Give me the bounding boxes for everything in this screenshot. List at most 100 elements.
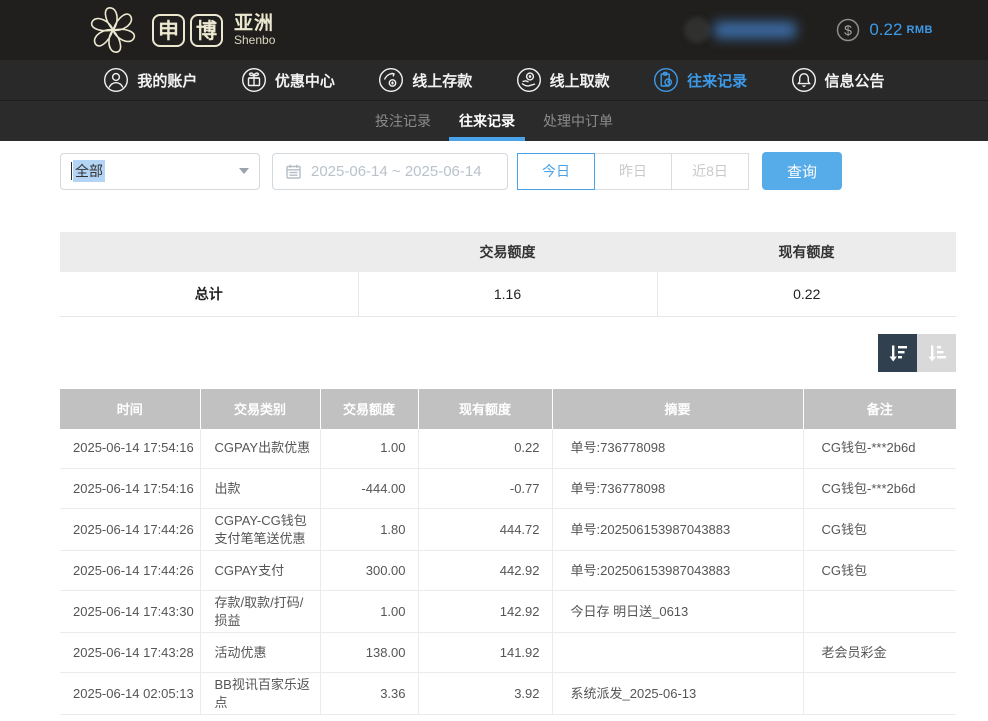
nav-item-my-account[interactable]: 我的账户: [103, 67, 197, 93]
table-row: 2025-06-14 17:54:16 CGPAY出款优惠 1.00 0.22 …: [60, 429, 956, 469]
quick-button-label: 昨日: [619, 161, 647, 181]
table-row: 2025-06-14 02:05:13 BB视讯百家乐返点 3.36 3.92 …: [60, 673, 956, 715]
cell-note: CG钱包: [803, 509, 956, 551]
balance-amount: 0.22: [869, 20, 902, 40]
summary-total-balance: 0.22: [657, 272, 956, 316]
cell-note: CG钱包-***2b6d: [803, 469, 956, 509]
text-cursor: [71, 162, 72, 180]
cell-summary: 系统派发_2025-06-13: [552, 673, 803, 715]
sort-controls: [60, 334, 956, 372]
col-header-note: 备注: [803, 389, 956, 429]
cell-balance: -0.77: [418, 469, 552, 509]
cell-summary: 单号:202506153987043883: [552, 551, 803, 591]
nav-item-announcements[interactable]: 信息公告: [791, 67, 885, 93]
username-redacted[interactable]: [714, 22, 796, 38]
avatar[interactable]: [684, 17, 710, 43]
search-button[interactable]: 查询: [762, 152, 842, 190]
nav-item-label: 线上存款: [412, 70, 472, 91]
cell-amount: 1.00: [320, 429, 418, 469]
nav-item-label: 我的账户: [137, 70, 197, 91]
balance-currency: RMB: [906, 24, 933, 36]
cell-summary: 单号:202506153987043883: [552, 509, 803, 551]
cell-type: BB视讯百家乐返点: [200, 673, 320, 715]
cell-amount: 300.00: [320, 551, 418, 591]
brand-name-boxes: 申 博: [152, 14, 223, 47]
tab-label: 投注记录: [375, 111, 431, 131]
cell-summary: 单号:736778098: [552, 429, 803, 469]
nav-item-withdraw[interactable]: 线上取款: [516, 67, 610, 93]
sort-descending-button[interactable]: [878, 334, 917, 372]
category-select-value: 全部: [73, 160, 105, 182]
currency-symbol: $: [844, 22, 852, 38]
today-button[interactable]: 今日: [517, 153, 595, 190]
cell-note: CG钱包: [803, 551, 956, 591]
cell-note: CG钱包-***2b6d: [803, 429, 956, 469]
yesterday-button[interactable]: 昨日: [594, 153, 672, 190]
quick-button-label: 今日: [542, 161, 570, 181]
date-range-input[interactable]: 2025-06-14 ~ 2025-06-14: [272, 153, 508, 190]
user-area[interactable]: $ 0.22 RMB: [684, 17, 933, 43]
cell-time: 2025-06-14 02:05:13: [60, 673, 200, 715]
user-icon: [103, 67, 129, 93]
cell-balance: 142.92: [418, 591, 552, 633]
brand-region: 亚洲: [234, 14, 275, 34]
record-tabs: 投注记录 往来记录 处理中订单: [0, 101, 988, 141]
transactions-table: 时间 交易类别 交易额度 现有额度 摘要 备注 2025-06-14 17:54…: [60, 389, 956, 716]
col-header-time: 时间: [60, 389, 200, 429]
deposit-coin-hand-icon: [378, 67, 404, 93]
cell-amount: -444.00: [320, 469, 418, 509]
cell-amount: 3.36: [320, 673, 418, 715]
cell-time: 2025-06-14 17:44:26: [60, 551, 200, 591]
quick-button-label: 近8日: [692, 161, 728, 181]
tab-transaction-records[interactable]: 往来记录: [453, 101, 521, 141]
last-8-days-button[interactable]: 近8日: [671, 153, 749, 190]
cell-amount: 1.00: [320, 591, 418, 633]
cell-amount: 1.80: [320, 509, 418, 551]
balance-display: $ 0.22 RMB: [836, 18, 933, 42]
cell-balance: 3.92: [418, 673, 552, 715]
summary-total-label: 总计: [60, 272, 358, 316]
filter-bar: 全部 2025-06-14 ~ 2025-06-14 今日 昨日 近8日 查询: [60, 152, 988, 190]
cell-note: [803, 673, 956, 715]
brand-logo: 申 博 亚洲 Shenbo: [86, 3, 275, 57]
brand-subtitle: 亚洲 Shenbo: [234, 14, 275, 47]
col-header-balance: 现有额度: [418, 389, 552, 429]
cell-balance: 442.92: [418, 551, 552, 591]
nav-item-label: 优惠中心: [275, 70, 335, 91]
cell-amount: 138.00: [320, 633, 418, 673]
date-range-value: 2025-06-14 ~ 2025-06-14: [311, 163, 482, 180]
summary-header-balance: 现有额度: [657, 232, 956, 272]
cell-type: 存款/取款/打码/损益: [200, 591, 320, 633]
cell-type: 出款: [200, 469, 320, 509]
cell-time: 2025-06-14 17:43:28: [60, 633, 200, 673]
records-clipboard-icon: [653, 67, 679, 93]
cell-time: 2025-06-14 17:44:26: [60, 509, 200, 551]
cell-type: CGPAY出款优惠: [200, 429, 320, 469]
summary-header-row: 交易额度 现有额度: [60, 232, 956, 272]
chevron-down-icon: [239, 168, 249, 174]
brand-char-1: 申: [152, 14, 185, 47]
cell-time: 2025-06-14 17:43:30: [60, 591, 200, 633]
nav-item-transaction-records[interactable]: 往来记录: [653, 67, 747, 93]
summary-table: 交易额度 现有额度 总计 1.16 0.22: [60, 232, 956, 317]
nav-item-promotions[interactable]: 优惠中心: [241, 67, 335, 93]
cell-note: [803, 591, 956, 633]
quick-date-buttons: 今日 昨日 近8日: [518, 153, 749, 190]
category-select[interactable]: 全部: [60, 153, 260, 190]
sort-descending-icon: [887, 342, 909, 364]
tab-pending-orders[interactable]: 处理中订单: [537, 101, 619, 141]
tab-label: 往来记录: [459, 111, 515, 131]
cell-type: 活动优惠: [200, 633, 320, 673]
sort-ascending-button[interactable]: [917, 334, 956, 372]
cell-type: CGPAY-CG钱包支付笔笔送优惠: [200, 509, 320, 551]
flower-logo-icon: [86, 3, 140, 57]
active-tab-underline: [449, 137, 525, 141]
cell-type: CGPAY支付: [200, 551, 320, 591]
dollar-coin-icon: $: [836, 18, 860, 42]
cell-time: 2025-06-14 17:54:16: [60, 429, 200, 469]
cell-time: 2025-06-14 17:54:16: [60, 469, 200, 509]
tab-betting-records[interactable]: 投注记录: [369, 101, 437, 141]
nav-item-deposit[interactable]: 线上存款: [378, 67, 472, 93]
table-row: 2025-06-14 17:43:30 存款/取款/打码/损益 1.00 142…: [60, 591, 956, 633]
nav-item-label: 线上取款: [550, 70, 610, 91]
